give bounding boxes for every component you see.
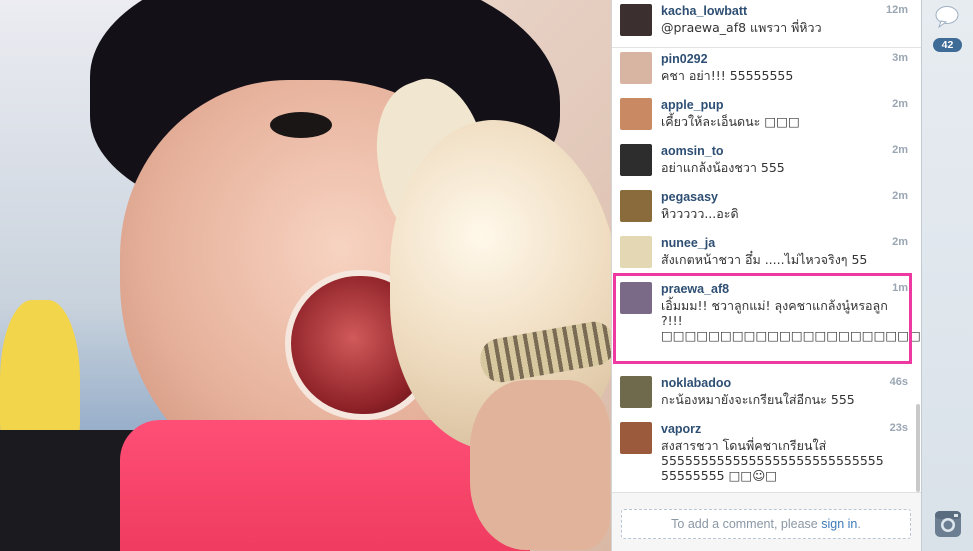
comment-username[interactable]: noklabadoo: [661, 376, 731, 390]
comment-item: vaporz 23s สงสารชวา โดนพี่คชาเกรียนใส่ 5…: [620, 422, 914, 488]
comment-count-badge: 42: [933, 38, 962, 52]
comment-time: 2m: [892, 190, 908, 202]
right-rail: 42: [921, 0, 973, 551]
avatar[interactable]: [620, 236, 652, 268]
photo-eye: [270, 112, 332, 138]
comment-input-suffix: .: [857, 517, 861, 531]
avatar[interactable]: [620, 376, 652, 408]
comment-list[interactable]: kacha_lowbatt 12m @praewa_af8 แพรวา พี่ห…: [612, 0, 922, 492]
comment-text: คชา อย่า!!! 55555555: [661, 68, 794, 83]
comment-item: kacha_lowbatt 12m @praewa_af8 แพรวา พี่ห…: [620, 4, 914, 44]
comment-time: 12m: [885, 4, 908, 16]
photo: [0, 0, 611, 551]
avatar[interactable]: [620, 98, 652, 130]
comment-bubble-icon[interactable]: [935, 6, 959, 29]
comment-item: nunee_ja 2m สังเกตหน้าชวา อึ๋ม .....ไม่ไ…: [620, 236, 914, 276]
comment-time: 2m: [892, 98, 908, 110]
comment-time: 2m: [892, 144, 908, 156]
avatar[interactable]: [620, 4, 652, 36]
comment-input-area: To add a comment, please sign in.: [612, 492, 922, 551]
comment-text: สังเกตหน้าชวา อึ๋ม .....ไม่ไหวจริงๆ 55: [661, 252, 868, 267]
comment-input-prompt: To add a comment, please: [671, 517, 822, 531]
divider: [612, 47, 922, 48]
comments-panel: kacha_lowbatt 12m @praewa_af8 แพรวา พี่ห…: [611, 0, 922, 551]
comment-time: 23s: [889, 422, 908, 434]
comment-username[interactable]: apple_pup: [661, 98, 724, 112]
comment-text: เคี้ยวให้ละเอ็นดนะ □□□: [661, 114, 800, 129]
highlight-box: [613, 273, 912, 364]
comment-text: หิววววว...อะดิ: [661, 206, 739, 221]
comment-item: aomsin_to 2m อย่าแกล้งน้องชวา 555: [620, 144, 914, 184]
comment-item: apple_pup 2m เคี้ยวให้ละเอ็นดนะ □□□: [620, 98, 914, 138]
comment-time: 3m: [892, 52, 908, 64]
sign-in-link[interactable]: sign in: [821, 517, 857, 531]
comment-username[interactable]: pin0292: [661, 52, 708, 66]
scrollbar-thumb[interactable]: [916, 404, 920, 492]
avatar[interactable]: [620, 144, 652, 176]
avatar[interactable]: [620, 190, 652, 222]
comment-text: @praewa_af8 แพรวา พี่หิวว: [661, 20, 822, 35]
comment-text: อย่าแกล้งน้องชวา 555: [661, 160, 785, 175]
comment-item: noklabadoo 46s กะน้องหมายังจะเกรียนใส่อี…: [620, 376, 914, 416]
instagram-logo-icon[interactable]: [934, 510, 962, 538]
comment-item: pin0292 3m คชา อย่า!!! 55555555: [620, 52, 914, 92]
comment-time: 46s: [889, 376, 908, 388]
comment-username[interactable]: pegasasy: [661, 190, 718, 204]
comment-text: สงสารชวา โดนพี่คชาเกรียนใส่ 555555555555…: [661, 438, 884, 483]
comment-time: 2m: [892, 236, 908, 248]
comment-username[interactable]: nunee_ja: [661, 236, 715, 250]
avatar[interactable]: [620, 52, 652, 84]
photo-hand: [470, 380, 610, 550]
comment-item: pegasasy 2m หิววววว...อะดิ: [620, 190, 914, 230]
comment-input[interactable]: To add a comment, please sign in.: [621, 509, 911, 539]
comment-username[interactable]: kacha_lowbatt: [661, 4, 747, 18]
comment-username[interactable]: vaporz: [661, 422, 701, 436]
comment-text: กะน้องหมายังจะเกรียนใส่อีกนะ 555: [661, 392, 855, 407]
comment-username[interactable]: aomsin_to: [661, 144, 724, 158]
avatar[interactable]: [620, 422, 652, 454]
